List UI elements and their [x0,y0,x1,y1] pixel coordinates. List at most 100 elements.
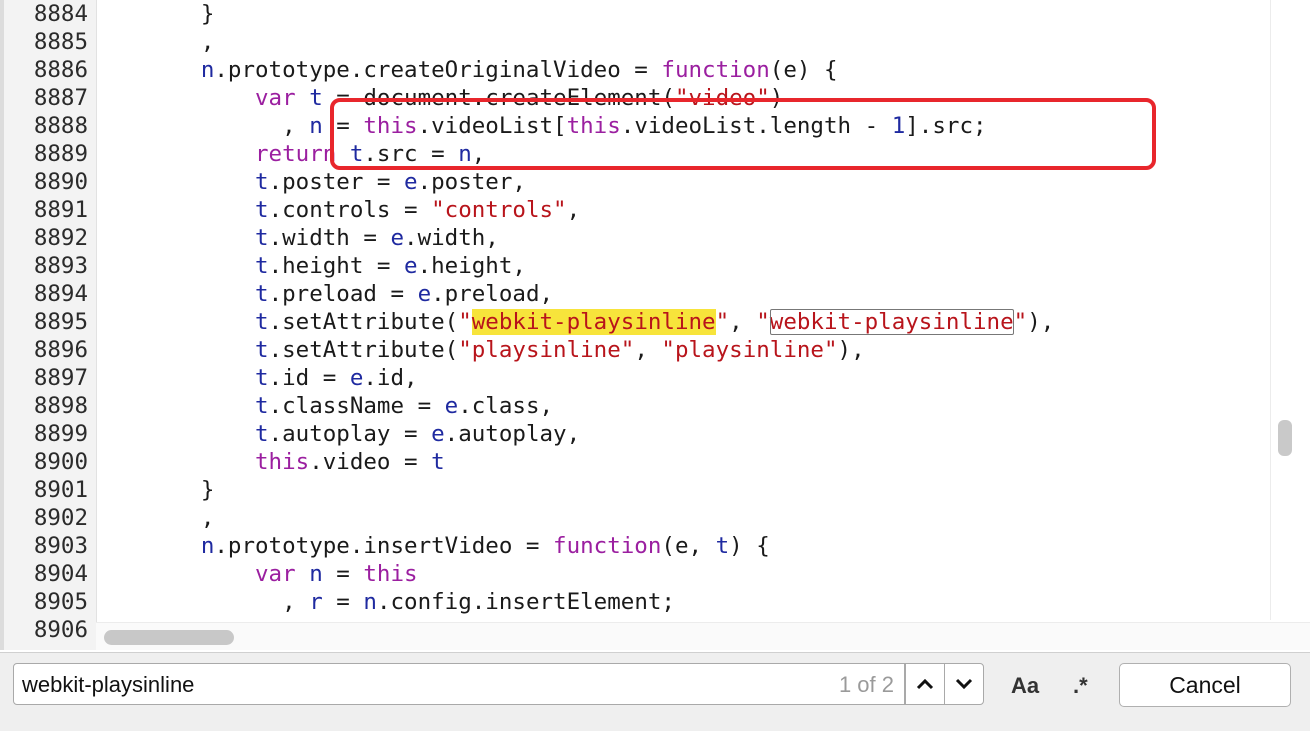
code-token: t [255,225,269,251]
line-number: 8890 [33,169,88,195]
code-editor[interactable]: 8884 } 8885 , 8886 n.prototype.createOrigi… [0,0,1310,650]
code-token: ) { [729,533,770,559]
line-number: 8902 [33,505,88,531]
code-token: webkit-playsinline [471,309,716,335]
code-text: t.autoplay = e.autoplay, [106,420,580,448]
code-token: t [255,197,269,223]
line-number: 8896 [33,337,88,363]
line-number: 8894 [33,281,88,307]
previous-match-button[interactable] [905,663,945,705]
code-token: " [458,309,472,335]
horizontal-scrollbar[interactable] [96,622,1310,650]
code-token: n [200,533,215,559]
code-token: t [255,365,269,391]
next-match-button[interactable] [944,663,984,705]
code-text: n.prototype.createOriginalVideo = functi… [106,56,838,84]
code-token: "controls" [431,197,567,223]
horizontal-scrollbar-thumb[interactable] [104,630,234,645]
code-token: t [255,393,269,419]
search-input[interactable]: webkit-playsinline 1 of 2 [13,663,905,705]
code-token: , [634,337,662,363]
code-token: " [756,309,770,335]
code-text: t.controls = "controls", [106,196,580,224]
line-number: 8889 [33,141,88,167]
code-token: " [715,309,730,335]
code-token: webkit-playsinline [769,309,1014,335]
code-text: , [106,28,215,56]
code-token: ), [837,337,865,363]
cancel-button[interactable]: Cancel [1119,663,1291,707]
code-token: function [661,57,770,83]
code-token: t [255,253,269,279]
code-token: this [363,561,418,587]
line-number: 8900 [33,449,88,475]
code-token: e [390,225,405,251]
code-token: , [282,589,310,615]
code-token: .autoplay, [444,421,581,447]
code-token: .setAttribute( [268,309,459,335]
code-token: .autoplay = [268,421,432,447]
chevron-down-icon [955,678,973,690]
code-token: .height, [417,253,526,279]
code-token: (e) { [769,57,838,83]
code-text: } [106,476,215,504]
code-token: e [404,253,418,279]
code-token: "playsinline" [661,337,838,363]
code-token: var [255,561,296,587]
code-token: " [1013,309,1028,335]
code-token: .height = [268,253,405,279]
code-token: var [255,85,296,111]
line-number: 8903 [33,533,88,559]
match-case-button[interactable]: Aa [1011,673,1039,699]
code-token: n [309,113,323,139]
code-token: t [431,449,445,475]
line-number: 8905 [33,589,88,615]
code-token: t [255,281,269,307]
code-token: , [729,309,757,335]
code-text: t.setAttribute("playsinline", "playsinli… [106,336,865,364]
code-token: t [715,533,730,559]
code-token: .poster, [417,169,526,195]
code-token: n [309,561,323,587]
code-text: t.preload = e.preload, [106,280,553,308]
code-token: .poster = [268,169,405,195]
code-token: e [431,421,445,447]
code-text: t.width = e.width, [106,224,499,252]
code-token: "playsinline" [458,337,635,363]
code-token: .class, [458,393,554,419]
code-token: , [566,197,581,223]
code-text: t.setAttribute("webkit-playsinline", "we… [106,308,1054,336]
code-text: t.poster = e.poster, [106,168,526,196]
vertical-scrollbar-thumb[interactable] [1278,420,1292,456]
code-token: return [255,141,337,167]
line-number: 8884 [33,1,88,27]
regex-button[interactable]: .* [1073,673,1088,699]
code-token: e [417,281,432,307]
line-number: 8886 [33,57,88,83]
line-number: 8885 [33,29,88,55]
code-token: ), [1027,309,1055,335]
line-number: 8888 [33,113,88,139]
search-query: webkit-playsinline [22,672,195,697]
code-text: t.className = e.class, [106,392,553,420]
code-token: (e, [661,533,716,559]
code-text: t.height = e.height, [106,252,526,280]
code-token: = [322,561,364,587]
code-token: .id = [268,365,350,391]
code-token: e [349,365,364,391]
line-number: 8906 [33,617,88,643]
